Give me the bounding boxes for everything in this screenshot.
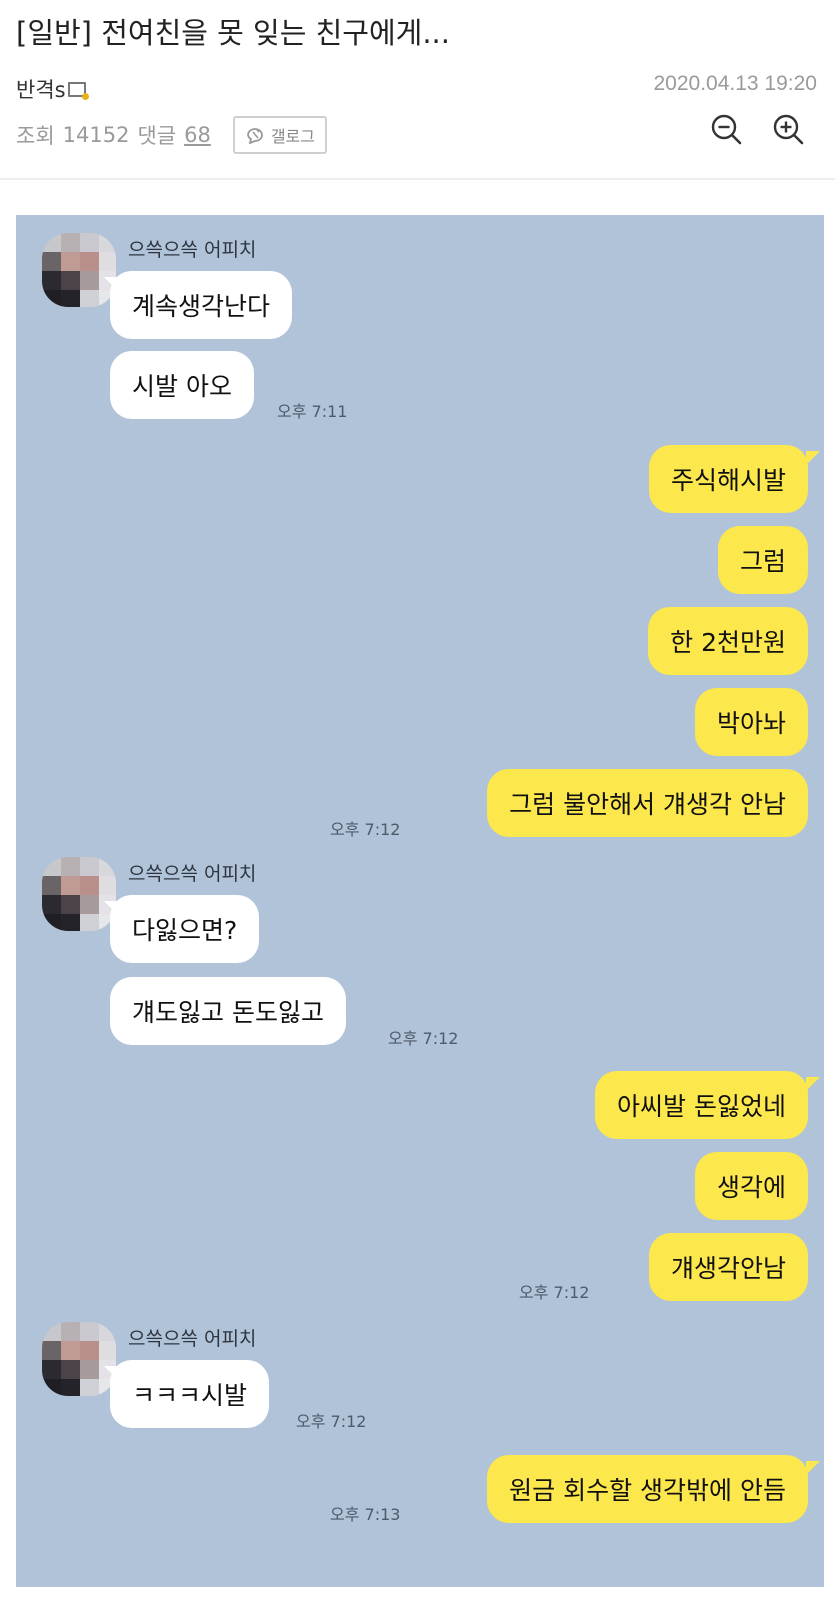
comments-count-link[interactable]: 68 bbox=[184, 123, 211, 147]
avatar-pixel bbox=[99, 233, 116, 252]
avatar-pixel bbox=[42, 290, 61, 307]
gallog-icon bbox=[246, 128, 263, 144]
avatar-pixel bbox=[61, 233, 80, 252]
message-bubble: 원금 회수할 생각밖에 안듬 bbox=[487, 1455, 808, 1523]
bubble-tail bbox=[104, 277, 118, 291]
message-bubble: 시발 아오 bbox=[110, 351, 254, 419]
avatar-pixel bbox=[42, 252, 61, 271]
avatar-pixel bbox=[99, 876, 116, 895]
avatar-pixel bbox=[61, 271, 80, 290]
avatar-pixel bbox=[99, 1341, 116, 1360]
fixed-nick-badge-icon bbox=[67, 81, 89, 100]
avatar-pixel bbox=[42, 271, 61, 290]
avatar-pixel bbox=[61, 876, 80, 895]
avatar-pixel bbox=[80, 1341, 99, 1360]
message-bubble: 걔생각안남 bbox=[648, 1233, 808, 1301]
avatar-pixel bbox=[80, 271, 99, 290]
avatar-pixel bbox=[42, 233, 61, 252]
views-count: 14152 bbox=[62, 123, 130, 147]
avatar-pixel bbox=[42, 1379, 61, 1396]
avatar-pixel bbox=[99, 252, 116, 271]
avatar-pixel bbox=[80, 252, 99, 271]
avatar-pixel bbox=[61, 290, 80, 307]
post-stats: 조회 14152 댓글 68 갤로그 bbox=[16, 116, 327, 154]
views-label: 조회 bbox=[16, 124, 55, 148]
sender-avatar bbox=[42, 233, 116, 307]
post-date: 2020.04.13 19:20 bbox=[653, 72, 818, 95]
message-bubble: 계속생각난다 bbox=[110, 271, 293, 339]
message-bubble: 걔도잃고 돈도잃고 bbox=[110, 977, 346, 1045]
bubble-tail bbox=[104, 901, 118, 915]
message-bubble: 아씨발 돈잃었네 bbox=[595, 1071, 808, 1139]
avatar-pixel bbox=[61, 1341, 80, 1360]
avatar-pixel bbox=[80, 290, 99, 307]
avatar-pixel bbox=[61, 914, 80, 931]
message-bubble: 한 2천만원 bbox=[648, 607, 808, 675]
avatar-pixel bbox=[80, 1322, 99, 1341]
chat-screenshot: 으쓱으쓱 어피치 계속생각난다 시발 아오 오후 7:11 주식해시발 그럼 한… bbox=[16, 215, 824, 1587]
avatar-pixel bbox=[80, 1360, 99, 1379]
avatar-pixel bbox=[80, 876, 99, 895]
avatar-pixel bbox=[61, 1322, 80, 1341]
author[interactable]: 반격s bbox=[16, 74, 89, 104]
avatar-pixel bbox=[61, 895, 80, 914]
sender-avatar bbox=[42, 857, 116, 931]
comments-label: 댓글 bbox=[137, 124, 177, 148]
avatar-pixel bbox=[80, 914, 99, 931]
sender-name: 으쓱으쓱 어피치 bbox=[128, 1328, 257, 1350]
message-bubble: 그럼 bbox=[717, 526, 808, 594]
bubble-tail bbox=[806, 451, 820, 465]
gallog-label: 갤로그 bbox=[270, 127, 315, 146]
avatar-pixel bbox=[61, 1379, 80, 1396]
message-time: 오후 7:11 bbox=[277, 402, 348, 421]
avatar-pixel bbox=[99, 1322, 116, 1341]
message-time: 오후 7:12 bbox=[519, 1283, 590, 1302]
avatar-pixel bbox=[80, 1379, 99, 1396]
bubble-tail bbox=[104, 1366, 118, 1380]
message-bubble: ㅋㅋㅋ시발 bbox=[110, 1360, 270, 1428]
message-time: 오후 7:12 bbox=[296, 1412, 367, 1431]
message-bubble: 주식해시발 bbox=[648, 445, 808, 513]
avatar-pixel bbox=[61, 1360, 80, 1379]
sender-name: 으쓱으쓱 어피치 bbox=[128, 863, 257, 885]
avatar-pixel bbox=[42, 895, 61, 914]
message-bubble: 다잃으면? bbox=[110, 895, 260, 963]
message-bubble: 생각에 bbox=[694, 1152, 808, 1220]
avatar-pixel bbox=[80, 857, 99, 876]
bubble-tail bbox=[806, 1077, 820, 1091]
zoom-out-icon[interactable] bbox=[709, 112, 743, 146]
message-time: 오후 7:13 bbox=[330, 1505, 401, 1524]
bubble-tail bbox=[806, 1461, 820, 1475]
avatar-pixel bbox=[80, 233, 99, 252]
gallog-button[interactable]: 갤로그 bbox=[232, 116, 327, 154]
message-time: 오후 7:12 bbox=[388, 1029, 459, 1048]
avatar-pixel bbox=[42, 1360, 61, 1379]
sender-name: 으쓱으쓱 어피치 bbox=[128, 239, 257, 261]
avatar-pixel bbox=[80, 895, 99, 914]
avatar-pixel bbox=[61, 252, 80, 271]
message-bubble: 그럼 불안해서 걔생각 안남 bbox=[487, 769, 808, 837]
message-time: 오후 7:12 bbox=[330, 820, 401, 839]
avatar-pixel bbox=[42, 1341, 61, 1360]
avatar-pixel bbox=[42, 914, 61, 931]
zoom-in-icon[interactable] bbox=[771, 112, 805, 146]
author-name[interactable]: 반격s bbox=[16, 74, 66, 104]
message-bubble: 박아놔 bbox=[694, 688, 808, 756]
post-header: [일반] 전여친을 못 잊는 친구에게... 반격s 2020.04.13 19… bbox=[0, 0, 835, 180]
sender-avatar bbox=[42, 1322, 116, 1396]
avatar-pixel bbox=[42, 1322, 61, 1341]
avatar-pixel bbox=[99, 857, 116, 876]
avatar-pixel bbox=[61, 857, 80, 876]
post-title: [일반] 전여친을 못 잊는 친구에게... bbox=[16, 16, 450, 50]
avatar-pixel bbox=[42, 857, 61, 876]
avatar-pixel bbox=[42, 876, 61, 895]
